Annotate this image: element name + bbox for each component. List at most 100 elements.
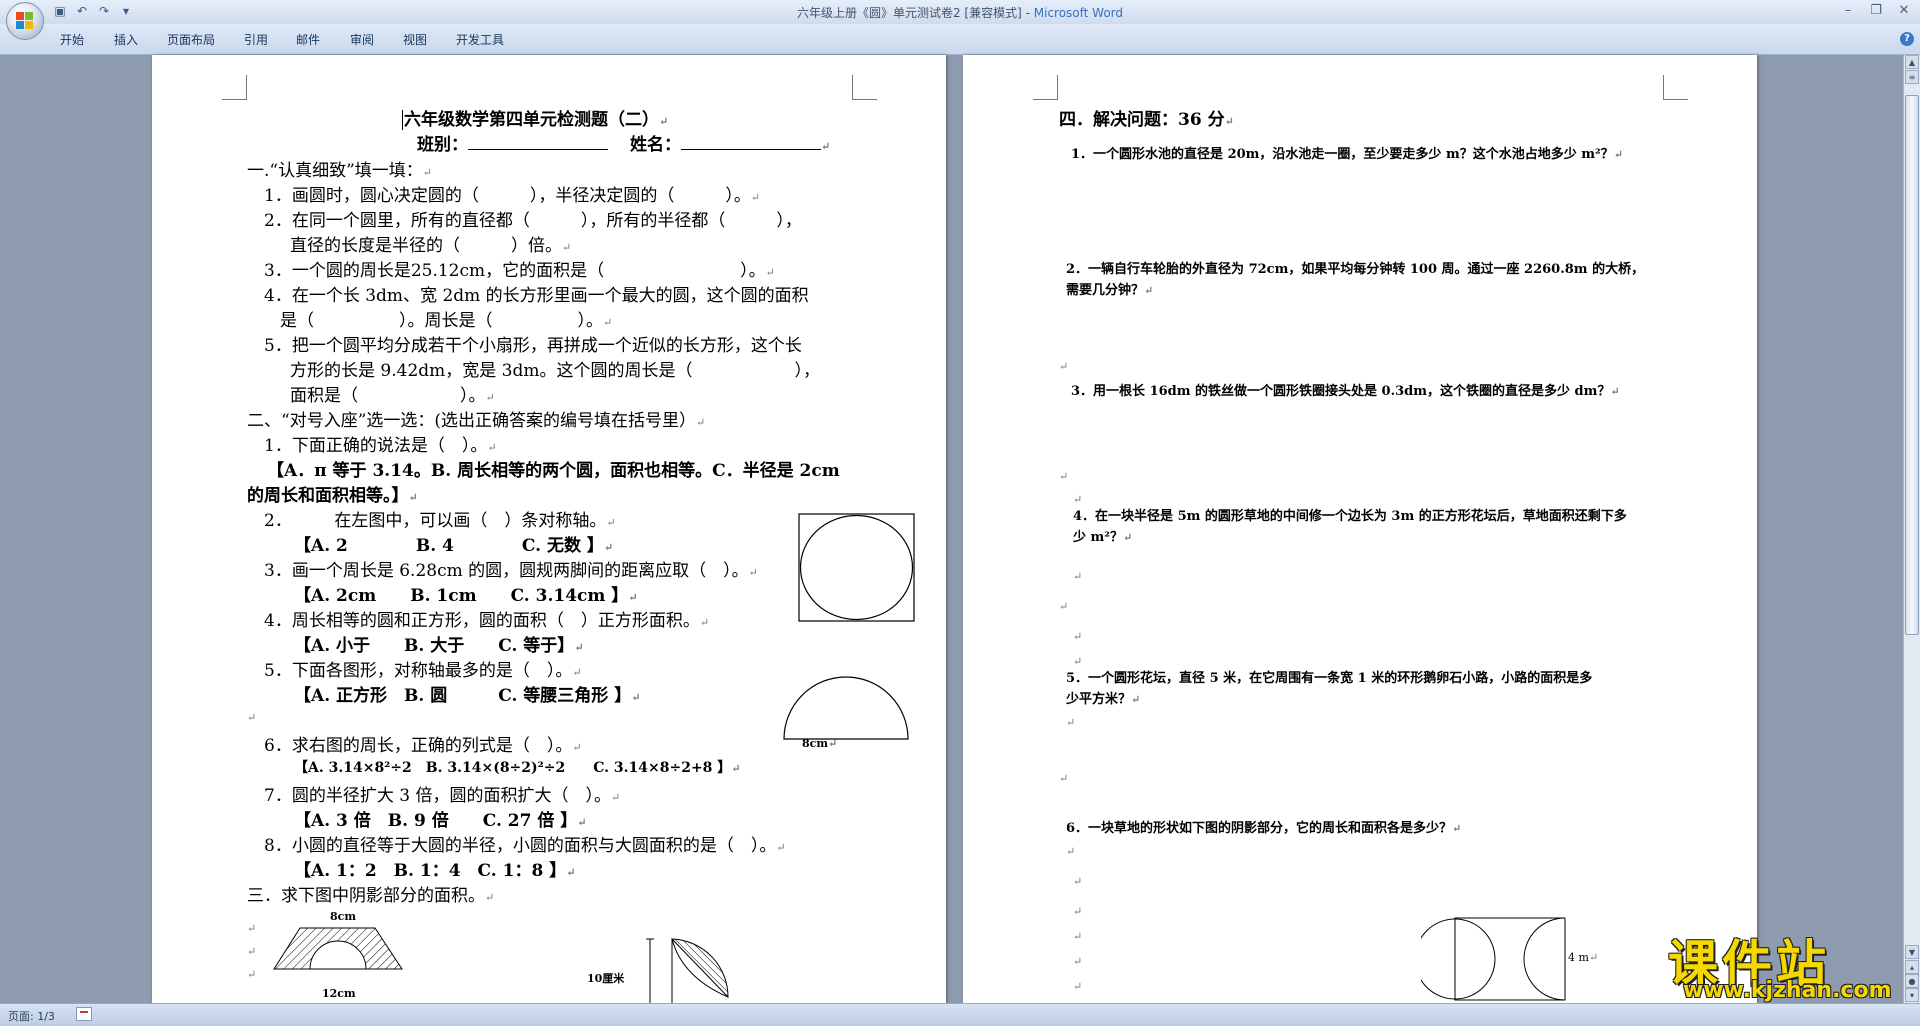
proofing-icon[interactable] xyxy=(76,1007,92,1021)
tab-home[interactable]: 开始 xyxy=(60,31,84,48)
empty-paragraph: ↵ xyxy=(247,711,257,724)
office-logo-icon xyxy=(16,12,34,30)
question-text: 1．画圆时，圆心决定圆的（ ），半径决定圆的（ ）。↵ xyxy=(264,186,761,206)
tab-page-layout[interactable]: 页面布局 xyxy=(167,31,215,48)
empty-paragraph: ↵ xyxy=(1059,600,1069,613)
question-options: 的周长和面积相等。】↵ xyxy=(247,486,418,506)
shaded-field-figure xyxy=(1421,917,1566,1001)
window-title: 六年级上册《圆》单元测试卷2 [兼容模式] - Microsoft Word xyxy=(796,6,1124,20)
tab-developer[interactable]: 开发工具 xyxy=(456,31,504,48)
problem-text: 1．一个圆形水池的直径是 20m，沿水池走一圈，至少要走多少 m？这个水池占地多… xyxy=(1071,147,1623,162)
question-options: 【A．π 等于 3.14。B. 周长相等的两个圆，面积也相等。C．半径是 2cm xyxy=(267,461,840,481)
question-text: 面积是（ ）。↵ xyxy=(290,386,495,406)
problem-text: 需要几分钟？↵ xyxy=(1066,283,1154,298)
margin-corner-mark xyxy=(852,75,877,100)
close-icon[interactable]: ✕ xyxy=(1892,2,1916,20)
question-text: 直径的长度是半径的（ ）倍。↵ xyxy=(290,236,572,256)
document-page-2[interactable]: 四．解决问题：36 分↵ 1．一个圆形水池的直径是 20m，沿水池走一圈，至少要… xyxy=(963,55,1757,1003)
question-text: 3．画一个周长是 6.28cm 的圆，圆规两脚间的距离应取（ ）。↵ xyxy=(264,561,758,581)
select-browse-object-icon[interactable]: ● xyxy=(1905,974,1919,988)
document-workspace: 六年级数学第四单元检测题（二）↵ 班别： 姓名： ↵ 一.“认真细致”填一填：↵ 1… xyxy=(0,55,1904,1003)
ruler-toggle-icon[interactable]: ≡ xyxy=(1905,70,1919,84)
problem-text: 5．一个圆形花坛，直径 5 米，在它周围有一条宽 1 米的环形鹅卵石小路，小路的… xyxy=(1066,671,1593,686)
hatched-sector-figure xyxy=(646,938,729,1003)
previous-page-icon[interactable]: ▴ xyxy=(1905,960,1919,974)
scrollbar-thumb[interactable] xyxy=(1905,95,1919,635)
scroll-up-icon[interactable]: ▲ xyxy=(1905,55,1919,69)
empty-paragraph: ↵ xyxy=(1066,716,1076,729)
question-text: 2． 在左图中，可以画（ ）条对称轴。↵ xyxy=(264,511,616,531)
tab-references[interactable]: 引用 xyxy=(244,31,268,48)
question-text: 5．下面各图形，对称轴最多的是（ ）。↵ xyxy=(264,661,582,681)
empty-paragraph: ↵ xyxy=(247,968,257,981)
square-circle-figure xyxy=(798,513,915,622)
problem-text: 少 m²？↵ xyxy=(1073,530,1133,545)
problem-text: 2．一辆自行车轮胎的外直径为 72cm，如果平均每分钟转 100 周。通过一座 … xyxy=(1066,262,1645,277)
semicircle-figure xyxy=(783,676,909,740)
tab-review[interactable]: 审阅 xyxy=(350,31,374,48)
question-options: 【A. 3.14×8²÷2 B. 3.14×(8÷2)²÷2 C. 3.14×8… xyxy=(294,760,741,776)
page-count-status[interactable]: 页面: 1/3 xyxy=(8,1008,55,1024)
question-text: 6．求右图的周长，正确的列式是（ ）。↵ xyxy=(264,736,582,756)
ribbon-tabs: 开始 插入 页面布局 引用 邮件 审阅 视图 开发工具 ? xyxy=(0,24,1920,55)
question-text: 4．周长相等的圆和正方形，圆的面积（ ）正方形面积。↵ xyxy=(264,611,710,631)
tab-view[interactable]: 视图 xyxy=(403,31,427,48)
margin-corner-mark xyxy=(1033,75,1058,100)
title-bar: ▣ ↶ ↷ ▾ 六年级上册《圆》单元测试卷2 [兼容模式] - Microsof… xyxy=(0,0,1920,40)
question-text: 3．一个圆的周长是25.12cm，它的面积是（ ）。↵ xyxy=(264,261,775,281)
next-page-icon[interactable]: ▾ xyxy=(1905,988,1919,1002)
figure-label: 10厘米 xyxy=(587,972,625,985)
question-text: 方形的长是 9.42dm，宽是 3dm。这个圆的周长是（ ）， xyxy=(290,361,820,381)
problem-text: 3．用一根长 16dm 的铁丝做一个圆形铁圈接头处是 0.3dm，这个铁圈的直径… xyxy=(1071,384,1620,399)
minimize-icon[interactable]: – xyxy=(1836,2,1860,20)
figure-label: 8cm xyxy=(330,910,356,923)
figure-label: 8cm↵ xyxy=(802,737,838,750)
question-text: 5．把一个圆平均分成若干个小扇形，再拼成一个近似的长方形，这个长 xyxy=(264,336,802,356)
empty-paragraph: ↵ xyxy=(1073,630,1083,643)
section-3-heading: 三．求下图中阴影部分的面积。↵ xyxy=(247,886,495,906)
question-options: 【A. 正方形 B. 圆 C. 等腰三角形 】↵ xyxy=(294,686,641,706)
scroll-down-icon[interactable]: ▼ xyxy=(1905,945,1919,959)
question-text: 8．小圆的直径等于大圆的半径，小圆的面积与大圆面积的是（ ）。↵ xyxy=(264,836,786,856)
vertical-scrollbar[interactable]: ▲ ≡ ▼ ▴ ● ▾ xyxy=(1903,55,1920,1003)
question-options: 【A. 2cm B. 1cm C. 3.14cm 】↵ xyxy=(294,586,638,606)
section-2-heading: 二、“对号入座”选一选：(选出正确答案的编号填在括号里）↵ xyxy=(247,411,706,431)
margin-corner-mark xyxy=(222,75,247,100)
question-text: 7．圆的半径扩大 3 倍，圆的面积扩大（ ）。↵ xyxy=(264,786,621,806)
document-page-1[interactable]: 六年级数学第四单元检测题（二）↵ 班别： 姓名： ↵ 一.“认真细致”填一填：↵ 1… xyxy=(152,55,946,1003)
help-icon[interactable]: ? xyxy=(1900,32,1914,46)
empty-paragraph: ↵ xyxy=(1073,875,1083,888)
question-text: 1．下面正确的说法是（ ）。↵ xyxy=(264,436,497,456)
maximize-icon[interactable]: ❐ xyxy=(1864,2,1888,20)
figure-label: 4 m↵ xyxy=(1568,951,1599,964)
empty-paragraph: ↵ xyxy=(1059,470,1069,483)
section-1-heading: 一.“认真细致”填一填：↵ xyxy=(247,161,433,181)
question-text: 是（ ）。周长是（ ）。↵ xyxy=(280,311,613,331)
question-options: 【A. 小于 B. 大于 C. 等于】↵ xyxy=(294,636,584,656)
empty-paragraph: ↵ xyxy=(247,945,257,958)
tab-mailings[interactable]: 邮件 xyxy=(296,31,320,48)
empty-paragraph: ↵ xyxy=(1073,930,1083,943)
exam-title: 六年级数学第四单元检测题（二）↵ xyxy=(402,110,669,130)
problem-text: 6．一块草地的形状如下图的阴影部分，它的周长和面积各是多少？↵ xyxy=(1066,821,1462,836)
status-bar: 页面: 1/3 xyxy=(0,1003,1920,1026)
tab-insert[interactable]: 插入 xyxy=(114,31,138,48)
empty-paragraph: ↵ xyxy=(1059,360,1069,373)
question-text: 4．在一个长 3dm、宽 2dm 的长方形里画一个最大的圆，这个圆的面积 xyxy=(264,286,809,306)
hatched-trapezoid-figure xyxy=(273,927,403,970)
margin-corner-mark xyxy=(1663,75,1688,100)
student-info-line: 班别： 姓名： ↵ xyxy=(417,135,831,155)
problem-text: 4．在一块半径是 5m 的圆形草地的中间修一个边长为 3m 的正方形花坛后，草地… xyxy=(1073,509,1627,524)
problem-text: 少平方米？↵ xyxy=(1066,692,1141,707)
empty-paragraph: ↵ xyxy=(1066,845,1076,858)
question-options: 【A. 3 倍 B. 9 倍 C. 27 倍 】↵ xyxy=(294,811,587,831)
empty-paragraph: ↵ xyxy=(1073,980,1083,993)
watermark-url: www.kjzhan.com xyxy=(1683,978,1892,1003)
question-options: 【A. 1：2 B. 1：4 C. 1：8 】↵ xyxy=(294,861,576,881)
empty-paragraph: ↵ xyxy=(1073,955,1083,968)
empty-paragraph: ↵ xyxy=(247,922,257,935)
question-text: 2．在同一个圆里，所有的直径都（ ），所有的半径都（ ）， xyxy=(264,211,802,231)
figure-label: 12cm xyxy=(322,987,356,1000)
question-options: 【A. 2 B. 4 C. 无数 】↵ xyxy=(294,536,614,556)
office-button[interactable] xyxy=(6,2,44,40)
